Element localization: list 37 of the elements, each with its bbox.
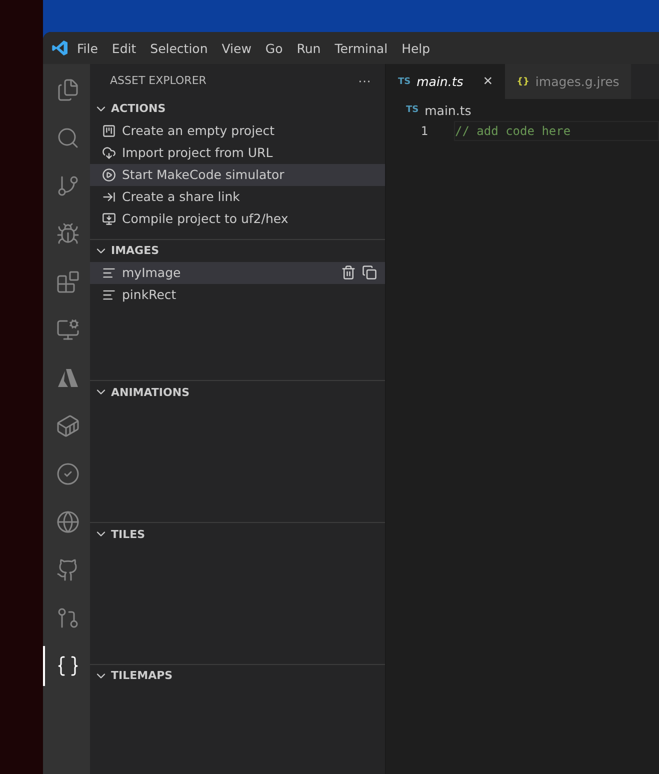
menu-item[interactable]: Run — [290, 40, 327, 56]
menu-item[interactable]: File — [71, 40, 104, 56]
cloud-download-icon — [102, 146, 116, 160]
tree-item[interactable]: Create a share link — [90, 186, 385, 208]
section-header[interactable]: ANIMATIONS — [90, 381, 385, 404]
tree-item[interactable]: Create an empty project — [90, 120, 385, 142]
lines-icon — [102, 266, 116, 280]
menu-item[interactable]: Selection — [144, 40, 214, 56]
section-header[interactable]: TILES — [90, 523, 385, 546]
more-button[interactable]: ··· — [358, 73, 371, 88]
menu-item[interactable]: Terminal — [328, 40, 394, 56]
tree-item[interactable]: Compile project to uf2/hex — [90, 208, 385, 230]
tree-item[interactable]: Start MakeCode simulator — [90, 164, 385, 186]
editor-tab[interactable]: TS main.ts × — [386, 64, 505, 99]
menu-item[interactable]: Go — [259, 40, 289, 56]
window-icon — [102, 124, 116, 138]
sidebar-title: ASSET EXPLORER — [110, 74, 206, 88]
section-header[interactable]: TILEMAPS — [90, 664, 385, 687]
tree-item[interactable]: myImage — [90, 262, 385, 284]
copy-icon[interactable] — [362, 265, 377, 280]
vscode-logo-icon — [51, 39, 69, 57]
menu-item[interactable]: View — [216, 40, 258, 56]
section-header[interactable]: IMAGES — [90, 240, 385, 262]
close-button[interactable]: × — [469, 72, 493, 90]
arrow-right-icon — [102, 190, 116, 204]
play-circle-icon — [102, 168, 116, 182]
editor-tab[interactable]: {} images.g.jres — [504, 64, 632, 99]
tree-item[interactable]: Import project from URL — [90, 142, 385, 164]
monitor-download-icon — [102, 212, 116, 226]
breadcrumb[interactable]: TS main.ts — [386, 99, 659, 121]
tree-item[interactable]: pinkRect — [90, 284, 385, 306]
trash-icon[interactable] — [341, 265, 356, 280]
menu-item[interactable]: Edit — [106, 40, 142, 56]
section-header[interactable]: ACTIONS — [90, 98, 385, 120]
menu-item[interactable]: Help — [396, 40, 436, 56]
lines-icon — [102, 288, 116, 302]
line-number: 1 — [420, 124, 429, 138]
